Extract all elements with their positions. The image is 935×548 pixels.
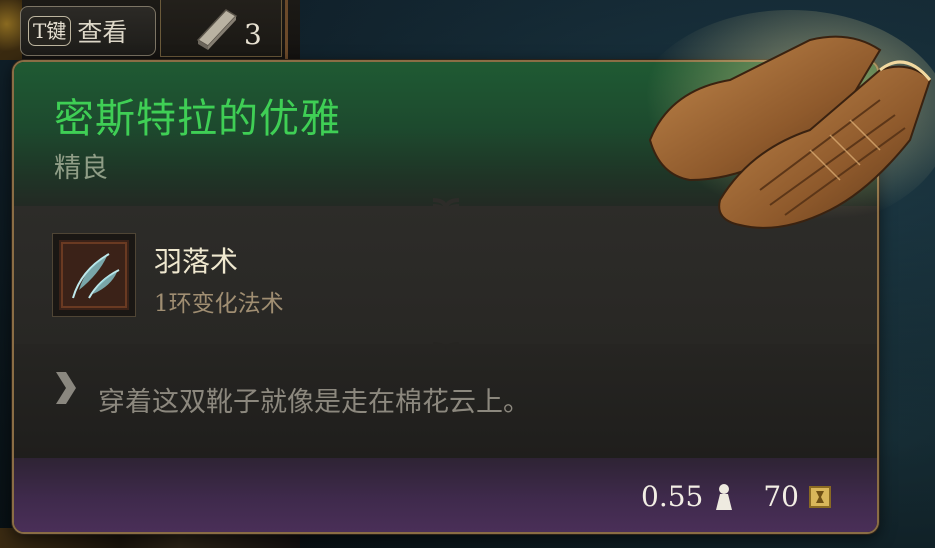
divider-notch-icon (432, 198, 459, 212)
item-value: 70 (763, 480, 799, 513)
inventory-slot-partial[interactable] (0, 0, 22, 60)
key-cap: T键 (28, 16, 72, 46)
coin-icon (809, 485, 831, 508)
feather-icon (59, 240, 129, 310)
item-stats: 0.55 70 (641, 480, 833, 513)
examine-key-prompt[interactable]: T键 查看 (20, 6, 156, 56)
tooltip-header: 密斯特拉的优雅 精良 (14, 62, 877, 206)
item-rarity: 精良 (54, 153, 108, 184)
quote-icon (56, 372, 76, 404)
weight-icon (716, 483, 733, 510)
divider-notch-icon (432, 342, 459, 350)
spell-section: 羽落术 1环变化法术 (14, 198, 877, 344)
item-weight: 0.55 (641, 480, 704, 513)
key-action-label: 查看 (77, 18, 128, 47)
inventory-divider (285, 0, 288, 60)
tooltip-footer: 0.55 70 (14, 458, 877, 532)
ingot-icon[interactable] (192, 6, 242, 50)
spell-icon-frame[interactable] (52, 233, 136, 317)
spell-level: 1环变化法术 (154, 291, 284, 317)
item-title: 密斯特拉的优雅 (54, 96, 341, 142)
description-section: 穿着这双靴子就像是走在棉花云上。 (14, 342, 877, 458)
item-tooltip: 密斯特拉的优雅 精良 羽落术 1环变化法术 穿着这双靴子就像是走在棉花云上。 0… (12, 60, 879, 534)
spell-name: 羽落术 (154, 245, 239, 278)
item-stack-count: 3 (244, 18, 262, 51)
item-description: 穿着这双靴子就像是走在棉花云上。 (98, 387, 530, 418)
